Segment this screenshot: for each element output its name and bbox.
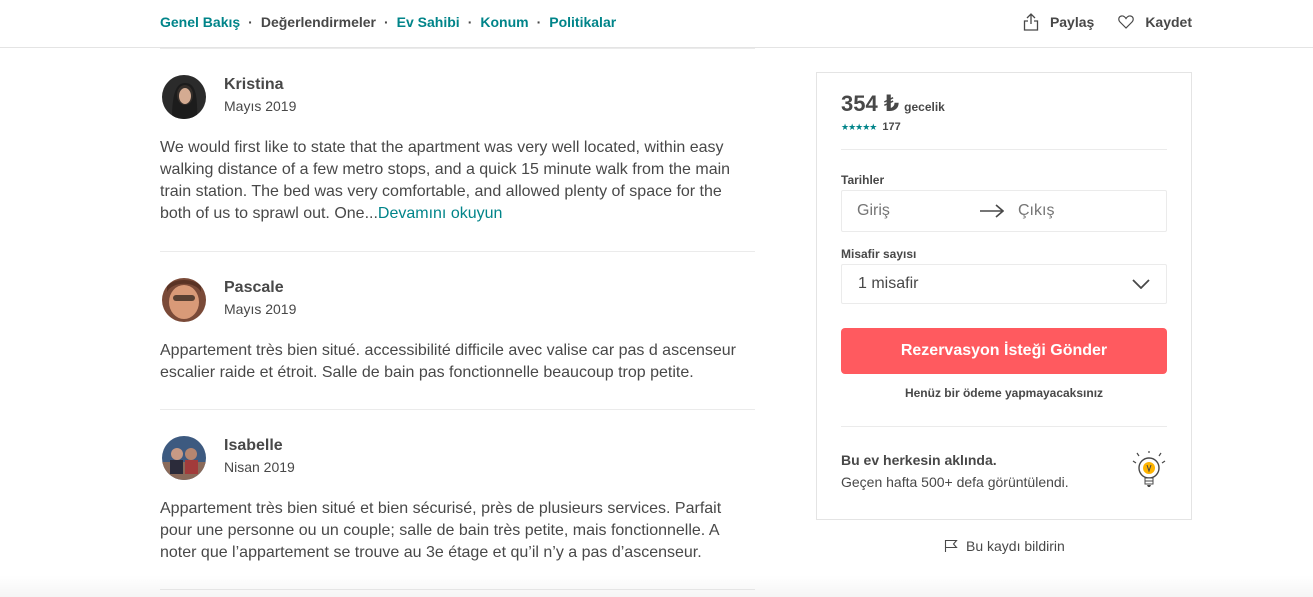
nav-separator: · [536, 14, 542, 30]
arrow-right-icon [980, 204, 1004, 218]
review-text: We would first like to state that the ap… [160, 137, 755, 225]
dates-label: Tarihler [841, 173, 885, 187]
heart-icon [1118, 15, 1135, 29]
rating[interactable]: ★★★★★ 177 [841, 121, 1167, 133]
lightbulb-icon [1132, 451, 1166, 487]
nav-separator: · [467, 14, 473, 30]
per-night-label: gecelik [904, 100, 945, 114]
nav-separator: · [248, 14, 253, 30]
reviewer-name[interactable]: Kristina [224, 75, 296, 95]
rating-count: 177 [882, 121, 901, 133]
share-label: Paylaş [1049, 14, 1095, 30]
promo-subtitle: Geçen hafta 500+ defa görüntülendi. [841, 474, 1069, 490]
star-rating-icon: ★★★★★ [841, 121, 877, 132]
save-label: Kaydet [1145, 14, 1192, 30]
nav-policies[interactable]: Politikalar [549, 14, 616, 30]
review-date: Mayıs 2019 [224, 301, 297, 317]
avatar[interactable] [162, 75, 206, 119]
reviewer-name[interactable]: Pascale [224, 278, 296, 298]
chevron-down-icon [1132, 279, 1150, 289]
review-item: Kristina Mayıs 2019 We would first like … [160, 49, 755, 252]
report-listing-link[interactable]: Bu kaydı bildirin [944, 538, 1065, 554]
nav-host[interactable]: Ev Sahibi [397, 14, 460, 30]
checkout-field[interactable]: Çıkış [1004, 202, 1054, 220]
save-button[interactable]: Kaydet [1118, 13, 1192, 31]
read-more-link[interactable]: Devamını okuyun [378, 205, 503, 222]
promo-title: Bu ev herkesin aklında. [841, 452, 997, 468]
nav-location[interactable]: Konum [480, 14, 528, 30]
popularity-notice: Bu ev herkesin aklında. Geçen hafta 500+… [841, 451, 1167, 491]
nav-overview[interactable]: Genel Bakış [160, 14, 240, 30]
nav-reviews[interactable]: Değerlendirmeler [261, 14, 376, 30]
checkin-field[interactable]: Giriş [842, 202, 992, 220]
reviews-list: Kristina Mayıs 2019 We would first like … [160, 48, 755, 590]
flag-icon [944, 539, 958, 552]
review-date: Mayıs 2019 [224, 98, 297, 114]
share-button[interactable]: Paylaş [1023, 13, 1094, 31]
share-icon [1023, 13, 1039, 31]
review-item: Pascale Mayıs 2019 Appartement très bien… [160, 252, 755, 410]
reviewer-name[interactable]: Isabelle [224, 436, 295, 456]
guests-label: Misafir sayısı [841, 247, 917, 261]
nightly-price: 354 ₺ [841, 91, 900, 116]
guests-value: 1 misafir [858, 275, 919, 292]
bottom-shadow [0, 575, 1313, 597]
section-nav: Genel Bakış · Değerlendirmeler · Ev Sahi… [160, 14, 616, 30]
booking-card: 354 ₺ gecelik ★★★★★ 177 Tarihler Giriş Ç… [816, 72, 1192, 520]
review-date: Nisan 2019 [224, 459, 295, 475]
avatar[interactable] [162, 436, 206, 480]
report-label: Bu kaydı bildirin [966, 538, 1065, 554]
no-charge-note: Henüz bir ödeme yapmayacaksınız [904, 386, 1104, 400]
divider [841, 149, 1167, 150]
guests-select[interactable]: 1 misafir [841, 264, 1167, 304]
listing-actions: Paylaş Kaydet [999, 13, 1192, 31]
avatar[interactable] [162, 278, 206, 322]
nav-separator: · [384, 14, 389, 30]
request-booking-button[interactable]: Rezervasyon İsteği Gönder [841, 328, 1167, 374]
date-picker: Giriş Çıkış [841, 190, 1167, 232]
top-nav-bar: Genel Bakış · Değerlendirmeler · Ev Sahi… [0, 0, 1313, 48]
review-text: Appartement très bien situé et bien sécu… [160, 500, 722, 561]
divider [841, 426, 1167, 427]
review-text: Appartement très bien situé. accessibili… [160, 342, 736, 381]
review-item: Isabelle Nisan 2019 Appartement très bie… [160, 410, 755, 590]
